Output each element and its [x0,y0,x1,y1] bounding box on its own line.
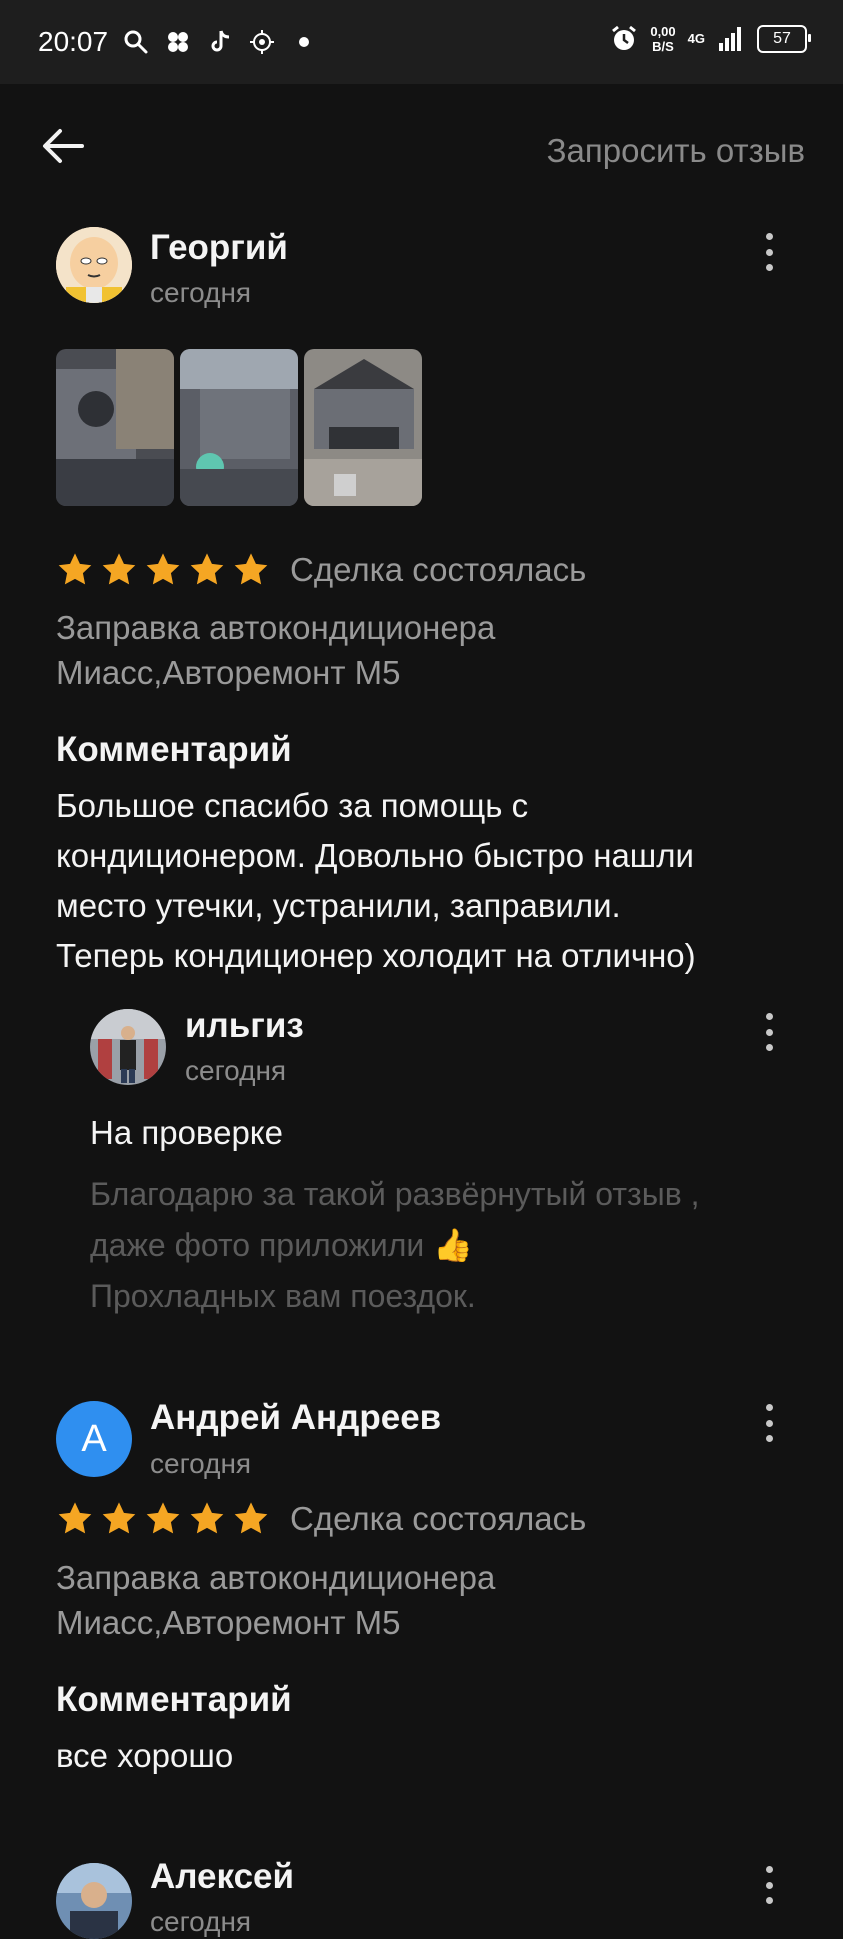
reply-line: Прохладных вам поездок. [90,1278,476,1314]
star-icon [234,1502,268,1534]
header: Запросить отзыв [0,84,843,214]
author-name: Георгий [150,228,288,267]
star-icon [190,1502,224,1534]
rating-row: Сделка состоялась [56,1500,586,1538]
kebab-dot [765,1866,773,1873]
clock: 20:07 [38,26,109,57]
author-name: ильгиз [185,1006,304,1045]
star-icon [58,553,92,585]
star-icon [190,553,224,585]
review-date: сегодня [150,1906,252,1937]
kebab-dot [765,1881,773,1889]
star-icon [102,553,136,585]
service-location: Миасс,Авторемонт М5 [56,1604,401,1641]
network-type: 4G [687,31,705,46]
kebab-dot [765,233,773,240]
reply-line: даже фото приложили 👍 [90,1227,473,1263]
review-photo[interactable] [304,349,422,506]
avatar[interactable] [90,1009,166,1085]
kebab-dot [765,1897,773,1904]
more-options-button[interactable] [759,1013,779,1051]
kebab-dot [765,1404,773,1411]
signal-icon [717,25,745,53]
reply-line: Благодарю за такой развёрнутый отзыв , [90,1176,700,1212]
avatar[interactable]: А [56,1401,132,1477]
star-icon [234,553,268,585]
avatar-letter: А [81,1417,107,1460]
service-name: Заправка автокондиционера [56,609,496,646]
arrow-left-icon [43,129,84,163]
alarm-icon [610,25,638,53]
net-speed-unit: B/S [652,39,674,54]
review-photo[interactable] [56,349,174,506]
back-button[interactable] [40,126,90,166]
status-bar-right: 0,00 B/S 4G 57 [610,24,811,54]
status-bar: 20:07 0,00 B/S 4G 57 [0,0,843,84]
star-icon [146,553,180,585]
comment-line: место утечки, устранили, заправили. [56,887,621,924]
author-name: Андрей Андреев [150,1398,442,1437]
comment-title: Комментарий [56,1680,292,1719]
comment-line: Теперь кондиционер холодит на отлично) [56,937,696,974]
deal-status: Сделка состоялась [290,551,587,588]
star-icon [58,1502,92,1534]
kebab-dot [765,264,773,271]
rating-row: Сделка состоялась [56,551,586,589]
dot-icon [290,28,318,56]
reply-date: сегодня [185,1055,287,1086]
reply-status: На проверке [90,1114,283,1151]
review-photos [56,349,422,506]
review-date: сегодня [150,1448,252,1479]
kebab-dot [765,1028,773,1036]
apps-icon [164,28,192,56]
avatar[interactable] [56,1863,132,1939]
kebab-dot [765,1435,773,1442]
tiktok-icon [206,28,234,56]
review-photo[interactable] [180,349,298,506]
star-icon [102,1502,136,1534]
status-bar-left: 20:07 [38,26,318,58]
net-speed-value: 0,00 [650,24,676,39]
kebab-dot [765,1419,773,1427]
more-options-button[interactable] [759,1866,779,1904]
service-location: Миасс,Авторемонт М5 [56,654,401,691]
service-name: Заправка автокондиционера [56,1559,496,1596]
avatar[interactable] [56,227,132,303]
comment-line: кондиционером. Довольно быстро нашли [56,837,694,874]
star-rating [56,551,270,589]
review-date: сегодня [150,277,252,308]
star-icon [146,1502,180,1534]
battery-icon: 57 [757,25,811,53]
star-rating [56,1500,270,1538]
author-name: Алексей [150,1857,295,1896]
comment-text: Большое спасибо за помощь с кондиционеро… [56,781,796,981]
deal-status: Сделка состоялась [290,1500,587,1537]
comment-title: Комментарий [56,730,292,769]
request-review-button[interactable]: Запросить отзыв [547,132,805,170]
kebab-dot [765,1013,773,1020]
kebab-dot [765,248,773,256]
search-icon [122,28,150,56]
more-options-button[interactable] [759,233,779,271]
comment-text: все хорошо [56,1737,234,1774]
reply-text: Благодарю за такой развёрнутый отзыв , д… [90,1169,790,1322]
settings-chip-icon [248,28,276,56]
comment-line: Большое спасибо за помощь с [56,787,529,824]
kebab-dot [765,1044,773,1051]
network-speed: 0,00 B/S [650,24,675,54]
more-options-button[interactable] [759,1404,779,1442]
